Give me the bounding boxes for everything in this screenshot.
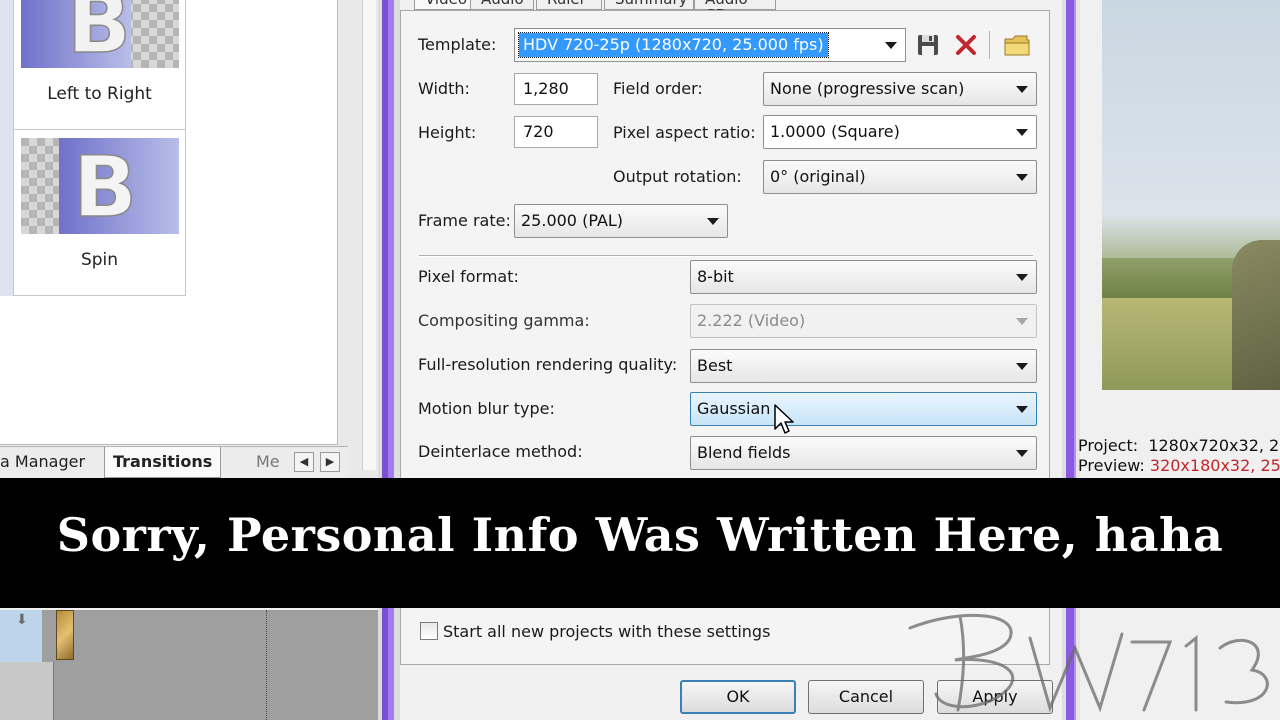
tab-media-manager[interactable]: a Manager [0,447,93,478]
track-header[interactable]: ⬇ [0,610,42,662]
chevron-down-icon [1016,318,1028,325]
transitions-grid: B Left to Right B Spin [0,0,338,445]
motion-blur-label: Motion blur type: [418,399,555,418]
transition-thumbnail: B [21,0,179,68]
deinterlace-label: Deinterlace method: [418,442,583,461]
transition-item-spin[interactable]: B Spin [14,130,186,296]
preview-figure [1232,240,1280,390]
timeline-marker [266,610,267,720]
banner-text: Sorry, Personal Info Was Written Here, h… [56,508,1224,562]
tab-audio[interactable]: Audio [470,0,534,10]
pixel-format-select[interactable]: 8-bit [690,260,1037,294]
tab-audio-cd[interactable]: Audio CD [694,0,776,23]
dialog-frame-left [378,0,400,720]
bw713-watermark-logo [908,613,1269,713]
chevron-down-icon [1016,450,1028,457]
field-order-value: None (progressive scan) [770,79,965,98]
chevron-down-icon [1016,363,1028,370]
frame-rate-value: 25.000 (PAL) [521,211,624,230]
preview-info-label: Preview: [1078,456,1145,475]
pixel-aspect-select[interactable]: 1.0000 (Square) [763,115,1037,149]
compositing-gamma-select: 2.222 (Video) [690,304,1037,338]
redaction-banner: Sorry, Personal Info Was Written Here, h… [0,478,1280,608]
deinterlace-select[interactable]: Blend fields [690,436,1037,470]
transition-item-left-to-right[interactable]: B Left to Right [14,0,186,130]
compositing-gamma-value: 2.222 (Video) [697,311,806,330]
preview-info: Project: 1280x720x32, 25 Preview: 320x18… [1078,436,1280,476]
tab-scroll-right-icon[interactable]: ▶ [320,452,340,472]
pixel-aspect-value: 1.0000 (Square) [770,122,900,141]
chevron-down-icon [1016,406,1028,413]
output-rotation-value: 0° (original) [770,167,866,186]
tab-scroll-left-icon[interactable]: ◀ [294,452,314,472]
template-label: Template: [418,35,497,54]
transitions-panel: B Left to Right B Spin a Manager Transit… [0,0,378,720]
compositing-gamma-label: Compositing gamma: [418,311,590,330]
delete-icon[interactable] [952,31,980,59]
deinterlace-value: Blend fields [697,443,791,462]
height-label: Height: [418,123,477,142]
thumb-edge-bottom [0,130,14,296]
transition-thumbnail: B [21,138,179,234]
arrow-down-icon: ⬇ [16,612,28,628]
chevron-down-icon [1016,86,1028,93]
timeline-area[interactable]: ⬇ [0,610,378,720]
height-input[interactable]: 720 [514,116,598,148]
output-rotation-label: Output rotation: [613,167,742,186]
transition-label: Left to Right [47,84,152,104]
save-icon[interactable] [914,31,942,59]
pixel-aspect-label: Pixel aspect ratio: [613,123,756,142]
chevron-down-icon [1016,129,1028,136]
width-label: Width: [418,79,470,98]
preview-info-value: 320x180x32, 25 [1149,456,1280,475]
frame-rate-select[interactable]: 25.000 (PAL) [514,204,728,238]
scrollbar-thumb[interactable] [362,0,376,470]
chevron-down-icon [1016,274,1028,281]
pixel-format-value: 8-bit [697,267,734,286]
preview-frame [1102,0,1280,390]
tab-transitions[interactable]: Transitions [104,447,222,478]
template-select[interactable]: HDV 720-25p (1280x720, 25.000 fps) [514,28,906,62]
width-input[interactable]: 1,280 [514,73,598,105]
motion-blur-select[interactable]: Gaussian [690,392,1037,426]
chevron-down-icon [707,218,719,225]
mouse-cursor-icon [774,404,794,434]
tab-summary[interactable]: Summary [604,0,694,10]
track-header[interactable] [0,662,54,720]
pixel-format-label: Pixel format: [418,267,519,286]
folder-icon[interactable] [1003,31,1031,59]
rendering-quality-label: Full-resolution rendering quality: [418,355,678,374]
transition-label: Spin [80,250,119,270]
preview-info-line: Preview: 320x180x32, 25 [1078,456,1280,476]
thumb-edge-top [0,0,14,130]
section-separator [419,255,1033,257]
project-info-line: Project: 1280x720x32, 25 [1078,436,1280,456]
svg-text:B: B [67,0,131,68]
panel-tabbar: a Manager Transitions Me ◀ ▶ [0,446,348,478]
output-rotation-select[interactable]: 0° (original) [763,160,1037,194]
motion-blur-value: Gaussian [697,399,771,418]
project-info-label: Project: [1078,436,1139,455]
tab-ruler[interactable]: Ruler [536,0,602,10]
start-new-projects-label[interactable]: Start all new projects with these settin… [443,622,770,641]
chevron-down-icon [1016,174,1028,181]
timeline-clip[interactable] [56,610,74,660]
chevron-down-icon[interactable] [885,42,897,49]
tab-video[interactable]: Video [414,0,472,10]
ok-button[interactable]: OK [680,680,796,714]
svg-text:B: B [73,138,137,234]
field-order-select[interactable]: None (progressive scan) [763,72,1037,106]
tab-media-generators[interactable]: Me [248,447,288,478]
field-order-label: Field order: [613,79,703,98]
rendering-quality-select[interactable]: Best [690,349,1037,383]
start-new-projects-checkbox[interactable] [420,622,438,640]
panel-scrollbar[interactable] [338,0,378,478]
project-info-value: 1280x720x32, 25 [1148,436,1280,455]
frame-rate-label: Frame rate: [418,211,511,230]
toolbar-separator [989,31,990,59]
template-value: HDV 720-25p (1280x720, 25.000 fps) [518,32,829,58]
rendering-quality-value: Best [697,356,733,375]
